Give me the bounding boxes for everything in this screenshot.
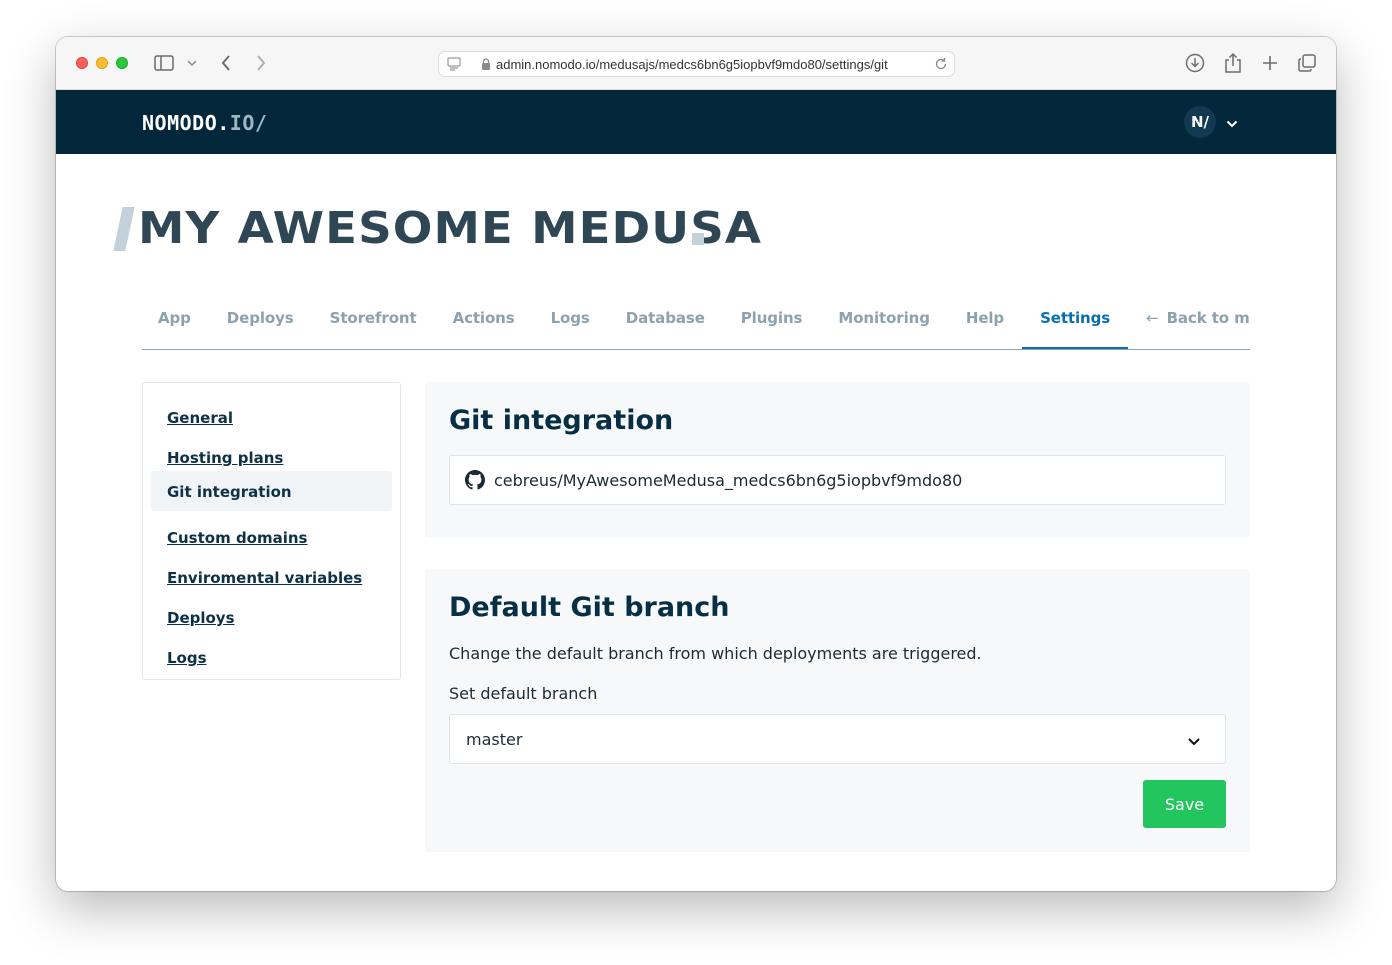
user-avatar[interactable]: N/	[1184, 106, 1216, 138]
tab-deploys[interactable]: Deploys	[209, 299, 312, 349]
tab-database[interactable]: Database	[608, 299, 723, 349]
minimize-window-button[interactable]	[96, 57, 108, 69]
back-icon[interactable]	[216, 51, 236, 75]
new-tab-icon[interactable]	[1259, 51, 1281, 75]
download-icon[interactable]	[1184, 51, 1206, 75]
title-dot-decoration	[692, 233, 704, 245]
address-bar[interactable]: admin.nomodo.io/medusajs/medcs6bn6g5iopb…	[438, 51, 955, 77]
logo-main-text: NOMODO.	[142, 111, 230, 135]
tab-logs[interactable]: Logs	[533, 299, 608, 349]
avatar-initials: N/	[1190, 113, 1210, 131]
nomodo-logo[interactable]: NOMODO.IO/	[142, 111, 267, 135]
settings-sidebar: General Hosting plans Git integration Cu…	[142, 382, 401, 680]
default-branch-description: Change the default branch from which dep…	[449, 644, 982, 663]
sidebar-item-environmental-variables[interactable]: Enviromental variables	[151, 557, 392, 597]
branch-field-label: Set default branch	[449, 684, 598, 703]
tab-storefront[interactable]: Storefront	[312, 299, 435, 349]
tab-settings[interactable]: Settings	[1022, 299, 1129, 349]
tab-back-to-apps[interactable]: ← Back to my ap	[1128, 299, 1250, 349]
title-slash-decoration	[113, 207, 135, 251]
sidebar-item-logs[interactable]: Logs	[151, 637, 392, 677]
chevron-down-icon	[1187, 733, 1201, 751]
repo-field: cebreus/MyAwesomeMedusa_medcs6bn6g5iopbv…	[449, 455, 1226, 505]
zoom-window-button[interactable]	[116, 57, 128, 69]
chevron-down-icon[interactable]	[1226, 115, 1238, 133]
sidebar-item-custom-domains[interactable]: Custom domains	[151, 517, 392, 557]
url-text: admin.nomodo.io/medusajs/medcs6bn6g5iopb…	[496, 57, 888, 72]
sidebar-item-deploys[interactable]: Deploys	[151, 597, 392, 637]
reload-icon[interactable]	[934, 57, 948, 76]
page-title: MY AWESOME MEDUSA	[138, 203, 763, 254]
browser-toolbar: admin.nomodo.io/medusajs/medcs6bn6g5iopb…	[56, 37, 1336, 90]
tab-monitoring[interactable]: Monitoring	[820, 299, 947, 349]
git-integration-panel: Git integration cebreus/MyAwesomeMedusa_…	[425, 382, 1250, 537]
arrow-left-icon: ←	[1146, 309, 1159, 327]
project-tabs: App Deploys Storefront Actions Logs Data…	[142, 299, 1250, 350]
browser-window: admin.nomodo.io/medusajs/medcs6bn6g5iopb…	[56, 37, 1336, 891]
share-icon[interactable]	[1222, 51, 1244, 75]
sidebar-item-git-integration[interactable]: Git integration	[151, 471, 392, 511]
branch-select-value: master	[466, 730, 523, 749]
tab-back-label: Back to my ap	[1166, 309, 1250, 327]
logo-io-text: IO/	[229, 111, 268, 135]
repo-name: cebreus/MyAwesomeMedusa_medcs6bn6g5iopbv…	[494, 471, 963, 490]
tab-actions[interactable]: Actions	[435, 299, 533, 349]
tab-plugins[interactable]: Plugins	[723, 299, 821, 349]
sidebar-toggle-icon[interactable]	[152, 51, 176, 75]
branch-select[interactable]: master	[449, 714, 1226, 764]
forward-icon[interactable]	[251, 51, 271, 75]
default-branch-title: Default Git branch	[449, 592, 730, 623]
tab-app[interactable]: App	[142, 299, 209, 349]
github-icon	[465, 470, 485, 495]
git-integration-title: Git integration	[449, 405, 674, 436]
tab-overview-icon[interactable]	[1296, 51, 1318, 75]
page-settings-icon[interactable]	[447, 57, 461, 76]
save-button[interactable]: Save	[1143, 780, 1226, 828]
sidebar-item-general[interactable]: General	[151, 397, 392, 437]
lock-icon	[481, 58, 491, 76]
tab-help[interactable]: Help	[948, 299, 1022, 349]
default-branch-panel: Default Git branch Change the default br…	[425, 569, 1250, 852]
close-window-button[interactable]	[76, 57, 88, 69]
chevron-down-icon[interactable]	[186, 51, 198, 75]
app-header: NOMODO.IO/ N/	[56, 90, 1336, 154]
